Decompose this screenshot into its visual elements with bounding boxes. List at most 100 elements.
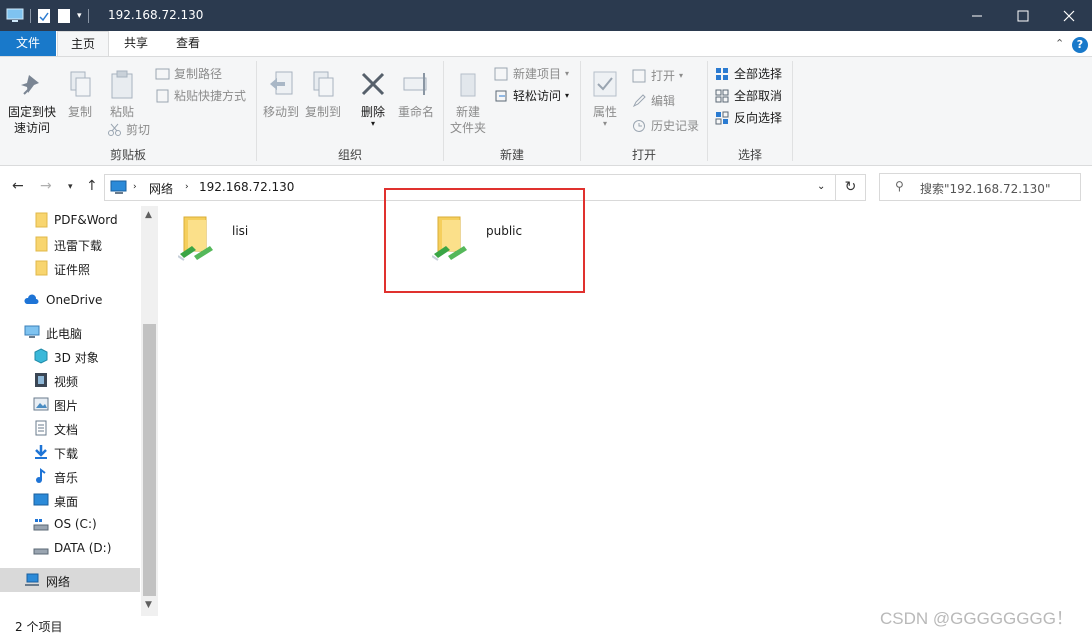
tab-share[interactable]: 共享: [110, 31, 162, 56]
sidebar-scrollbar[interactable]: ▲ ▼: [141, 206, 158, 616]
move-to-label: 移动到: [262, 105, 299, 119]
sidebar-item-label: 下载: [54, 447, 79, 461]
sidebar-item-label: OS (C:): [54, 517, 97, 531]
breadcrumb-separator-icon: ›: [133, 182, 137, 192]
new-item-button[interactable]: 新建项目 ▾: [494, 65, 569, 82]
new-folder-button[interactable]: 新建 文件夹: [448, 69, 488, 136]
easy-access-icon: [495, 90, 507, 101]
scroll-up-icon[interactable]: ▲: [145, 210, 152, 220]
group-label-open: 打开: [631, 148, 656, 162]
computer-icon: [6, 8, 24, 22]
properties-button[interactable]: 属性 ▾: [588, 69, 622, 128]
sidebar-item-os-c[interactable]: OS (C:): [0, 512, 140, 536]
sidebar-item-label: DATA (D:): [54, 541, 112, 555]
refresh-button[interactable]: ↻: [836, 174, 866, 201]
breadcrumb-network[interactable]: 网络: [149, 180, 173, 197]
search-input[interactable]: ⚲ 搜索"192.168.72.130": [879, 173, 1081, 201]
collapse-ribbon-icon[interactable]: ⌃: [1055, 37, 1064, 50]
breadcrumb-separator-icon: ›: [185, 182, 189, 192]
easy-access-button[interactable]: 轻松访问 ▾: [494, 87, 569, 104]
new-item-label: 新建项目: [513, 67, 562, 81]
paste-shortcut-icon: [156, 89, 169, 102]
copy-to-label: 复制到: [304, 105, 341, 119]
folder-label: lisi: [232, 224, 249, 238]
sidebar-item-label: 证件照: [54, 263, 91, 277]
network-icon: [110, 180, 127, 194]
sidebar-item-onedrive[interactable]: OneDrive: [0, 288, 140, 312]
sidebar-item-label: 文档: [54, 423, 79, 437]
qat-dropdown-icon[interactable]: ▾: [77, 11, 82, 21]
delete-button[interactable]: 删除 ▾: [355, 69, 391, 128]
open-label: 打开: [651, 69, 676, 83]
cut-label: 剪切: [126, 123, 151, 137]
tab-home[interactable]: 主页: [57, 31, 109, 57]
address-dropdown-icon[interactable]: ⌄: [817, 181, 825, 192]
back-button[interactable]: ←: [12, 178, 24, 194]
chevron-down-icon: ▾: [68, 182, 73, 192]
up-button[interactable]: ↑: [86, 178, 98, 194]
sidebar-item-pdf-word[interactable]: PDF&Word: [0, 208, 140, 232]
scroll-down-icon[interactable]: ▼: [145, 600, 152, 610]
minimize-icon: [972, 15, 982, 16]
sidebar-item-id-photos[interactable]: 证件照: [0, 256, 140, 280]
copy-path-label: 复制路径: [174, 67, 223, 81]
group-label-clipboard: 剪贴板: [109, 148, 146, 162]
edit-label: 编辑: [651, 94, 676, 108]
sidebar-item-label: OneDrive: [46, 293, 103, 307]
sidebar-item-music[interactable]: 音乐: [0, 464, 140, 488]
scrollbar-thumb[interactable]: [143, 324, 156, 596]
maximize-button[interactable]: [1000, 0, 1046, 31]
new-folder-icon[interactable]: [57, 8, 71, 24]
cloud-icon: [24, 294, 39, 304]
copy-button[interactable]: 复制: [62, 69, 98, 120]
item-count: 2 个项目: [15, 620, 63, 633]
tab-file[interactable]: 文件: [0, 31, 56, 56]
sidebar-item-pictures[interactable]: 图片: [0, 392, 140, 416]
new-folder-icon: [460, 73, 476, 97]
new-folder-label-2: 文件夹: [449, 121, 486, 135]
folder-item-lisi[interactable]: lisi: [177, 214, 248, 267]
sidebar-item-desktop[interactable]: 桌面: [0, 488, 140, 512]
history-button[interactable]: 历史记录: [632, 117, 699, 134]
paste-button[interactable]: 粘贴: [104, 69, 140, 120]
recent-locations-button[interactable]: ▾: [68, 182, 73, 192]
edit-button[interactable]: 编辑: [632, 92, 675, 109]
copy-path-button[interactable]: 复制路径: [155, 65, 222, 82]
rename-button[interactable]: 重命名: [396, 69, 436, 120]
properties-icon: [593, 71, 617, 97]
sidebar-item-label: 视频: [54, 375, 79, 389]
network-icon: [25, 573, 39, 586]
delete-dropdown-icon[interactable]: ▾: [355, 120, 391, 128]
help-icon[interactable]: ?: [1072, 37, 1088, 53]
network-share-folder-icon: [177, 216, 213, 261]
cut-button[interactable]: 剪切: [107, 121, 150, 138]
maximize-icon: [1017, 10, 1029, 21]
invert-selection-button[interactable]: 反向选择: [715, 109, 782, 126]
sidebar-item-3d-objects[interactable]: 3D 对象: [0, 344, 140, 368]
select-all-button[interactable]: 全部选择: [715, 65, 782, 82]
sidebar-item-network[interactable]: 网络: [0, 568, 140, 592]
highlight-box: [384, 188, 585, 293]
move-to-button[interactable]: 移动到: [261, 69, 301, 120]
sidebar-item-data-d[interactable]: DATA (D:): [0, 536, 140, 560]
forward-button[interactable]: →: [40, 178, 52, 194]
sidebar-item-label: 音乐: [54, 471, 79, 485]
tab-view[interactable]: 查看: [162, 31, 214, 56]
select-none-button[interactable]: 全部取消: [715, 87, 782, 104]
minimize-button[interactable]: [954, 0, 1000, 31]
sidebar-item-label: 迅雷下载: [54, 239, 103, 253]
copy-to-button[interactable]: 复制到: [303, 69, 343, 120]
properties-icon[interactable]: [37, 8, 51, 24]
select-all-label: 全部选择: [734, 67, 783, 81]
sidebar-item-this-pc[interactable]: 此电脑: [0, 320, 140, 344]
sidebar-item-documents[interactable]: 文档: [0, 416, 140, 440]
sidebar-item-videos[interactable]: 视频: [0, 368, 140, 392]
sidebar-item-xunlei-downloads[interactable]: 迅雷下载: [0, 232, 140, 256]
breadcrumb-host[interactable]: 192.168.72.130: [199, 180, 294, 194]
pin-to-quick-access-button[interactable]: 固定到快 速访问: [6, 69, 58, 136]
close-button[interactable]: [1046, 0, 1092, 31]
sidebar-item-downloads[interactable]: 下载: [0, 440, 140, 464]
group-divider: [792, 61, 793, 161]
paste-shortcut-button[interactable]: 粘贴快捷方式: [155, 87, 246, 104]
open-button[interactable]: 打开 ▾: [632, 67, 683, 84]
